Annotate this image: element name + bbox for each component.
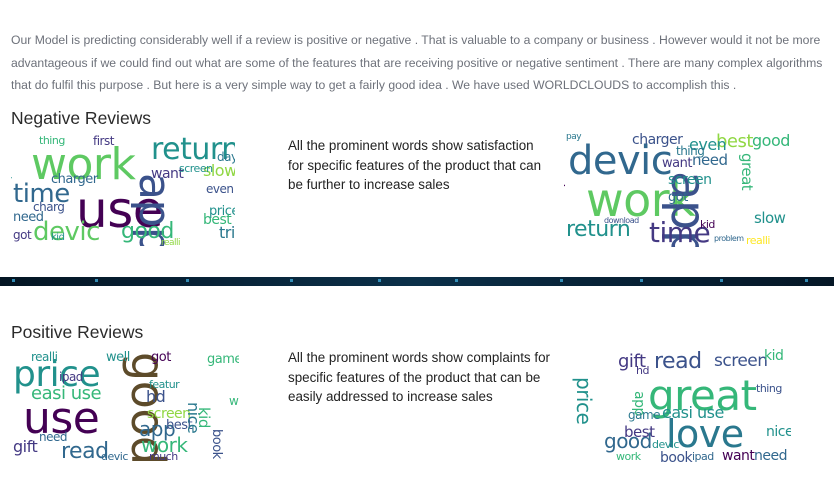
wordcloud-word: tri <box>219 223 235 242</box>
wordcloud-word: want <box>229 394 239 408</box>
wordcloud-word: game <box>628 408 661 422</box>
negative-wordcloud-left: work use app return time devic good charger grea… <box>11 133 235 246</box>
wordcloud-word: first <box>93 134 114 148</box>
wordcloud-word: hd <box>636 364 649 377</box>
wordcloud-word: great <box>11 151 14 181</box>
section-divider <box>0 277 834 286</box>
negative-wordcloud-right: devic work app time return good best even need sc… <box>564 131 790 247</box>
wordcloud-word: problem <box>714 234 744 243</box>
negative-reviews-title: Negative Reviews <box>11 108 152 128</box>
wordcloud-word: got <box>151 350 171 365</box>
wordcloud-word: charger <box>51 172 98 187</box>
wordcloud-word: hd <box>146 387 166 406</box>
wordcloud-word: slow <box>754 209 786 227</box>
wordcloud-word: read <box>654 349 702 374</box>
wordcloud-word: game <box>207 352 239 367</box>
wordcloud-word: good <box>752 131 790 150</box>
wordcloud-word: easi use <box>662 403 724 422</box>
wordcloud-word: best <box>624 423 655 441</box>
wordcloud-word: want <box>662 156 692 171</box>
wordcloud-word: charger <box>632 132 683 148</box>
wordcloud-word: easi use <box>31 383 102 404</box>
wordcloud-word: price <box>572 377 596 425</box>
wordcloud-word: charg <box>33 200 65 214</box>
wordcloud-word: devic <box>652 438 679 451</box>
wordcloud-word: featur <box>149 378 180 391</box>
positive-caption: All the prominent words show complaints … <box>288 350 550 404</box>
wordcloud-word: book <box>209 429 224 459</box>
wordcloud-word: kid <box>195 407 213 428</box>
wordcloud-word: ipad <box>692 450 714 463</box>
wordcloud-word: realli <box>31 350 58 364</box>
positive-wordcloud-right: great love use read gift price good screen easi … <box>566 347 791 465</box>
wordcloud-word: kid <box>700 218 715 231</box>
wordcloud-word: nice <box>766 424 791 440</box>
wordcloud-word: use <box>566 375 572 452</box>
wordcloud-word: need <box>754 448 788 464</box>
wordcloud-word: devic <box>101 450 128 463</box>
wordcloud-word: realli <box>161 238 181 247</box>
wordcloud-word: download <box>604 216 639 225</box>
wordcloud-word: realli <box>746 234 770 247</box>
wordcloud-word: work <box>616 450 641 463</box>
wordcloud-word: day <box>217 150 235 164</box>
wordcloud-word: great <box>738 153 756 191</box>
wordcloud-word: even <box>206 182 234 196</box>
wordcloud-word: kid <box>764 348 784 364</box>
wordcloud-word: want <box>722 448 755 464</box>
wordcloud-word: thing <box>39 134 65 147</box>
positive-reviews-title: Positive Reviews <box>11 322 144 342</box>
wordcloud-word: much <box>149 450 178 463</box>
wordcloud-word: pay <box>566 132 582 142</box>
intro-paragraph: Our Model is predicting considerably wel… <box>11 33 823 92</box>
wordcloud-word: screen <box>714 351 768 371</box>
wordcloud-word: well <box>106 350 130 365</box>
wordcloud-word: need <box>39 430 68 444</box>
wordcloud-word: kid <box>51 232 65 243</box>
wordcloud-word: thing <box>676 144 705 158</box>
wordcloud-word: charg <box>564 175 568 218</box>
wordcloud-word: got <box>668 190 688 205</box>
negative-caption: All the prominent words show satisfactio… <box>288 138 542 192</box>
wordcloud-word: thing <box>756 382 782 395</box>
wordcloud-word: screen <box>179 162 213 175</box>
wordcloud-word: screen <box>668 172 712 188</box>
wordcloud-word: book <box>660 450 693 465</box>
wordcloud-word: gift <box>13 437 38 456</box>
wordcloud-word: ipad <box>59 370 83 384</box>
wordcloud-word: got <box>13 228 32 242</box>
positive-wordcloud-left: price use good easi use read hd ipad app work scr… <box>11 347 239 464</box>
